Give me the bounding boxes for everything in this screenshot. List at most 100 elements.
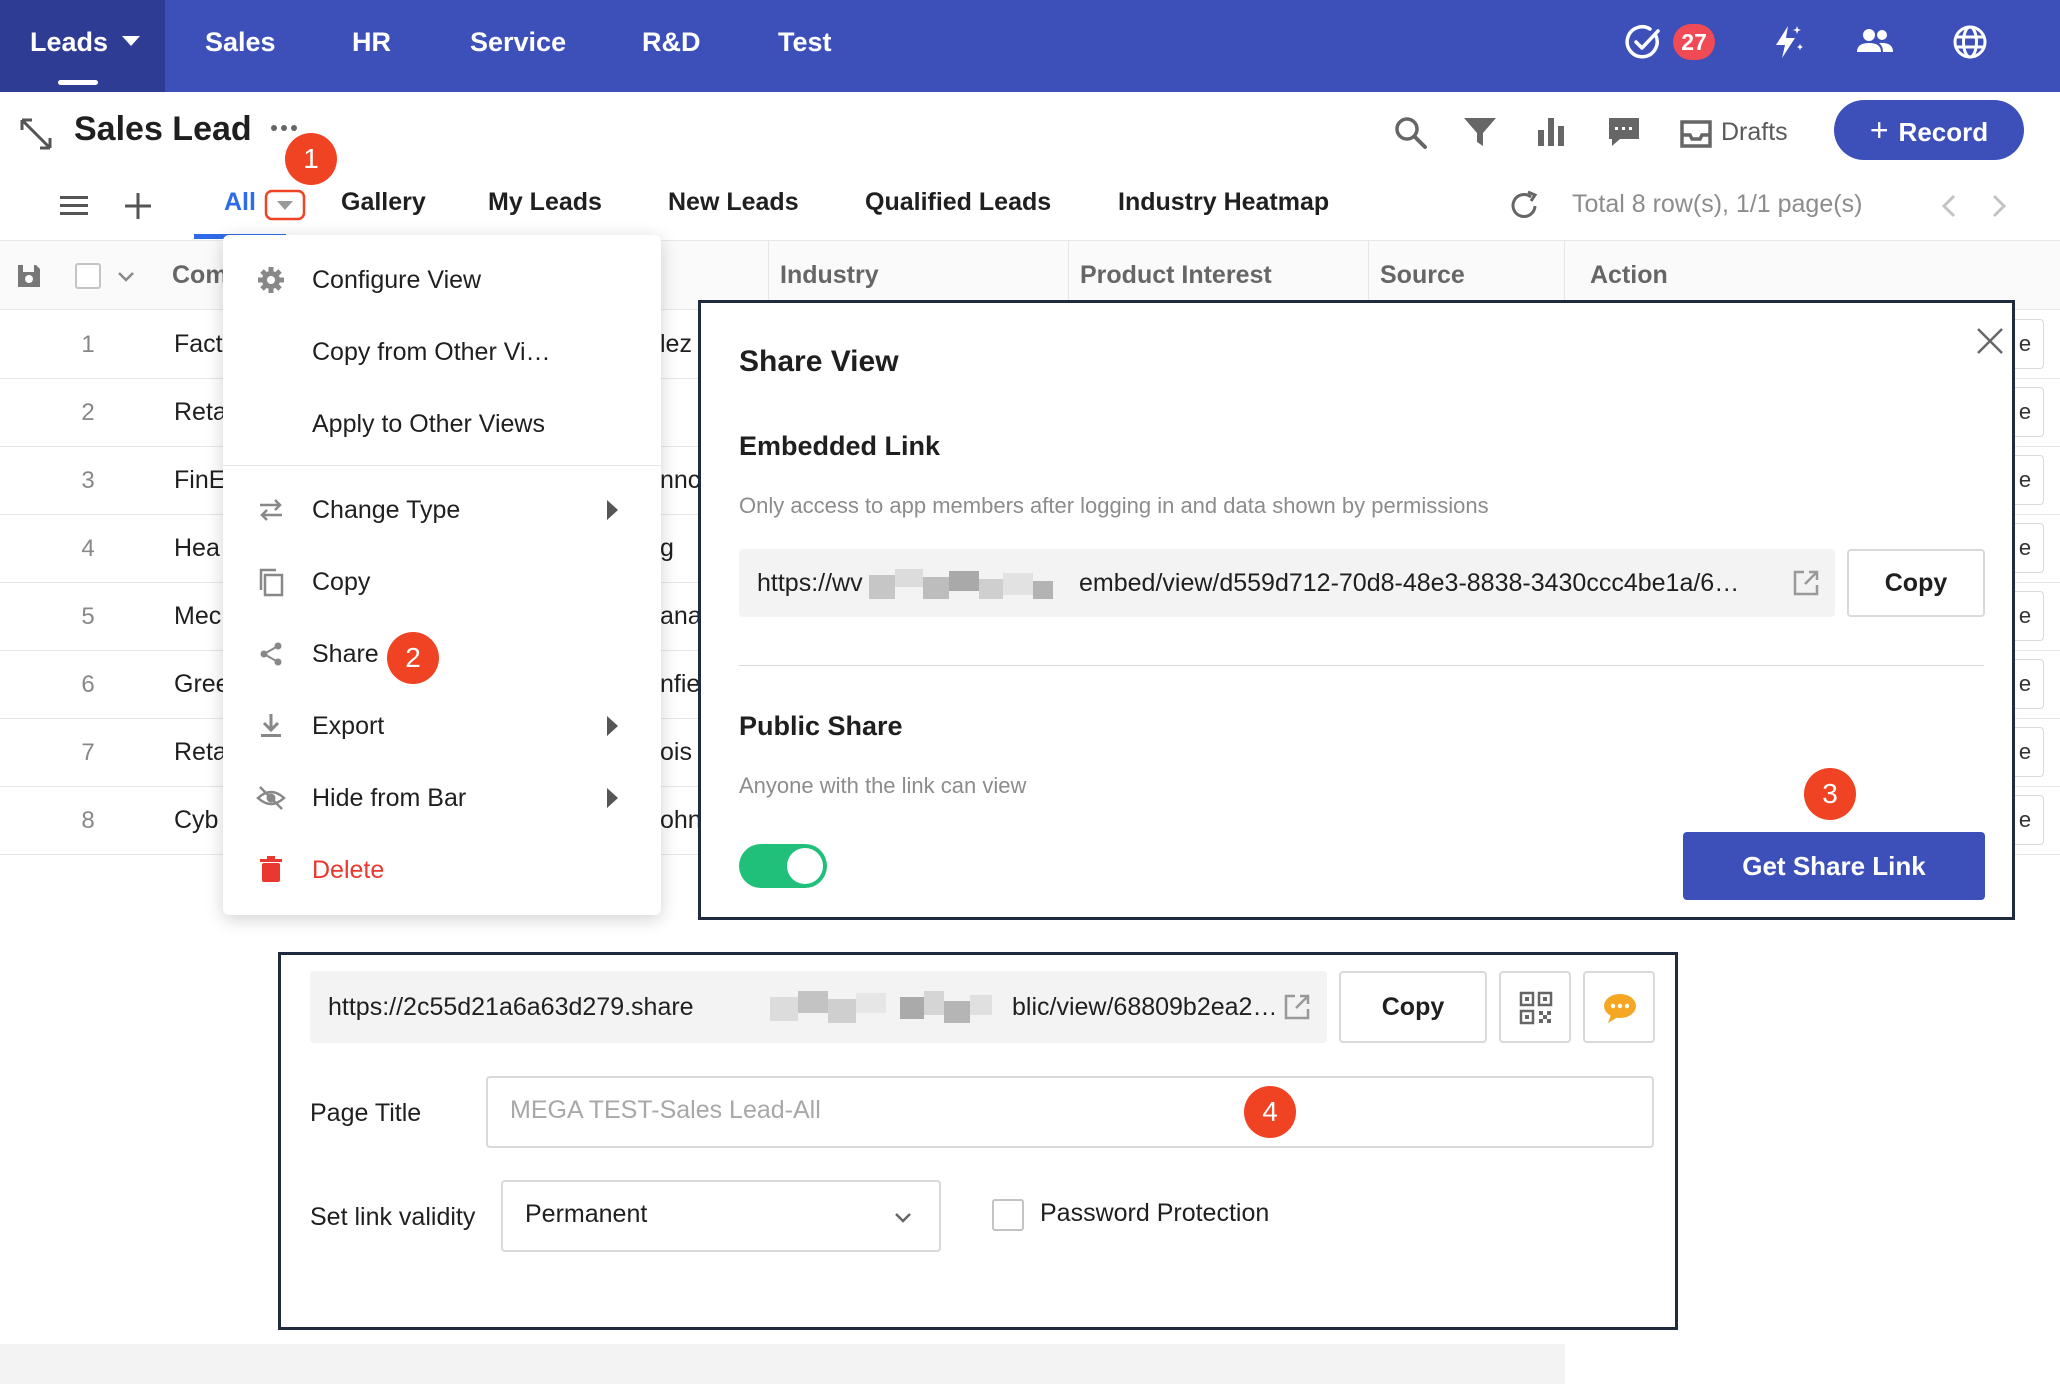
save-icon[interactable] [14,261,44,291]
menu-item-label: Change Type [312,496,461,524]
nav-item-rnd[interactable]: R&D [642,0,701,92]
open-external-icon[interactable] [1281,991,1313,1023]
pagination-summary: Total 8 row(s), 1/1 page(s) [1572,190,1863,218]
close-icon[interactable] [1972,323,2008,359]
expand-icon[interactable] [16,114,56,154]
gear-icon [258,267,284,293]
embedded-url-end: embed/view/d559d712-70d8-48e3-8838-3430c… [1079,569,1740,597]
filter-icon[interactable] [1460,112,1500,152]
row-number: 8 [81,807,95,834]
check-circle-icon[interactable] [1622,20,1666,64]
row-number: 5 [81,603,95,630]
bar-chart-icon[interactable] [1532,112,1572,152]
globe-icon[interactable] [1948,20,1992,64]
page-title-input[interactable]: MEGA TEST-Sales Lead-All [486,1076,1654,1148]
copy-embedded-link-button[interactable]: Copy [1847,549,1985,617]
tab-industry-heatmap[interactable]: Industry Heatmap [1118,188,1329,217]
public-share-description: Anyone with the link can view [739,773,1027,798]
nav-item-sales[interactable]: Sales [205,0,276,92]
nav-item-hr[interactable]: HR [352,0,391,92]
menu-item-copy-from-other-views[interactable]: Copy from Other Vi… [223,322,661,382]
tab-gallery[interactable]: Gallery [341,188,426,217]
menu-item-delete[interactable]: Delete [223,840,661,900]
public-link-field[interactable]: https://2c55d21a6a63d279.share blic/view… [310,971,1327,1043]
qr-code-icon [1519,991,1553,1025]
menu-divider [223,465,661,466]
tab-new-leads[interactable]: New Leads [668,188,799,217]
nav-item-test[interactable]: Test [778,0,832,92]
step-callout-4: 4 [1244,1086,1296,1138]
menu-item-apply-to-other-views[interactable]: Apply to Other Views [223,394,661,454]
message-share-button[interactable] [1583,971,1655,1043]
cell-contact: ohn [660,806,702,834]
add-view-icon[interactable] [118,186,158,226]
embedded-link-heading: Embedded Link [739,431,941,461]
link-validity-select[interactable]: Permanent [501,1180,941,1252]
menu-item-share[interactable]: Share [223,624,661,684]
tab-my-leads[interactable]: My Leads [488,188,602,217]
link-validity-label: Set link validity [310,1203,476,1231]
add-record-button[interactable]: + Record [1834,100,2024,160]
view-options-menu: Configure View Copy from Other Vi… Apply… [223,235,661,915]
menu-item-label: Apply to Other Views [312,410,545,438]
select-all-checkbox[interactable] [75,263,101,289]
column-header-action: Action [1590,261,1668,289]
column-header-company[interactable]: Com [172,261,228,290]
row-number: 3 [81,467,95,494]
view-options-dropdown-icon[interactable] [264,188,306,222]
drafts-icon[interactable] [1676,114,1716,154]
dialog-title: Share View [739,345,899,378]
copy-public-link-button[interactable]: Copy [1339,971,1487,1043]
menu-item-hide-from-bar[interactable]: Hide from Bar [223,768,661,828]
cell-company: Cyb [174,806,219,834]
tab-all[interactable]: All [224,188,256,217]
comment-icon[interactable] [1604,112,1644,152]
embedded-link-field[interactable]: https://wv embed/view/d559d712-70d8-48e3… [739,549,1835,617]
refresh-icon[interactable] [1504,186,1544,226]
menu-item-export[interactable]: Export [223,696,661,756]
column-header-industry[interactable]: Industry [780,261,879,290]
qr-code-button[interactable] [1499,971,1571,1043]
tab-qualified-leads[interactable]: Qualified Leads [865,188,1051,217]
chevron-right-icon[interactable] [1978,186,2018,226]
get-share-link-button[interactable]: Get Share Link [1683,832,1985,900]
lightning-icon[interactable] [1764,20,1808,64]
cell-contact: lez [660,330,692,358]
chevron-down-icon [895,1213,911,1223]
menu-item-label: Share [312,640,379,668]
public-share-toggle[interactable] [739,844,827,888]
password-protection-checkbox[interactable] [992,1199,1024,1231]
share-icon [260,642,282,666]
drafts-button[interactable]: Drafts [1721,118,1788,147]
public-url-end: blic/view/68809b2ea2… [1012,993,1274,1021]
cell-contact: nfie [660,670,701,698]
nav-item-label: R&D [642,27,701,57]
menu-item-copy[interactable]: Copy [223,552,661,612]
nav-item-service[interactable]: Service [470,0,566,92]
cell-contact: ana [660,602,702,630]
nav-item-leads[interactable]: Leads [0,0,165,92]
nav-item-label: Test [778,27,832,57]
column-header-source[interactable]: Source [1380,261,1465,290]
public-link-settings-panel: https://2c55d21a6a63d279.share blic/view… [278,952,1678,1330]
download-icon [261,714,281,737]
open-external-icon[interactable] [1790,567,1822,599]
cell-contact: nnc [660,466,701,494]
cell-contact: g [660,534,674,562]
record-button-label: Record [1898,117,1989,147]
search-icon[interactable] [1390,112,1430,152]
chat-bubble-icon [1604,994,1636,1023]
embedded-link-description: Only access to app members after logging… [739,493,1489,518]
password-protection-label: Password Protection [1040,1199,1270,1227]
menu-item-configure-view[interactable]: Configure View [223,250,661,310]
embedded-url-start: https://wv [757,569,863,597]
chevron-left-icon[interactable] [1930,186,1970,226]
chevron-down-icon[interactable] [114,265,138,289]
dialog-divider [739,665,1984,666]
menu-item-change-type[interactable]: Change Type [223,480,661,540]
column-header-product-interest[interactable]: Product Interest [1080,261,1272,290]
nav-item-label: HR [352,27,391,57]
view-list-icon[interactable] [54,186,94,226]
submenu-arrow-icon [607,788,618,808]
users-icon[interactable] [1853,20,1897,64]
